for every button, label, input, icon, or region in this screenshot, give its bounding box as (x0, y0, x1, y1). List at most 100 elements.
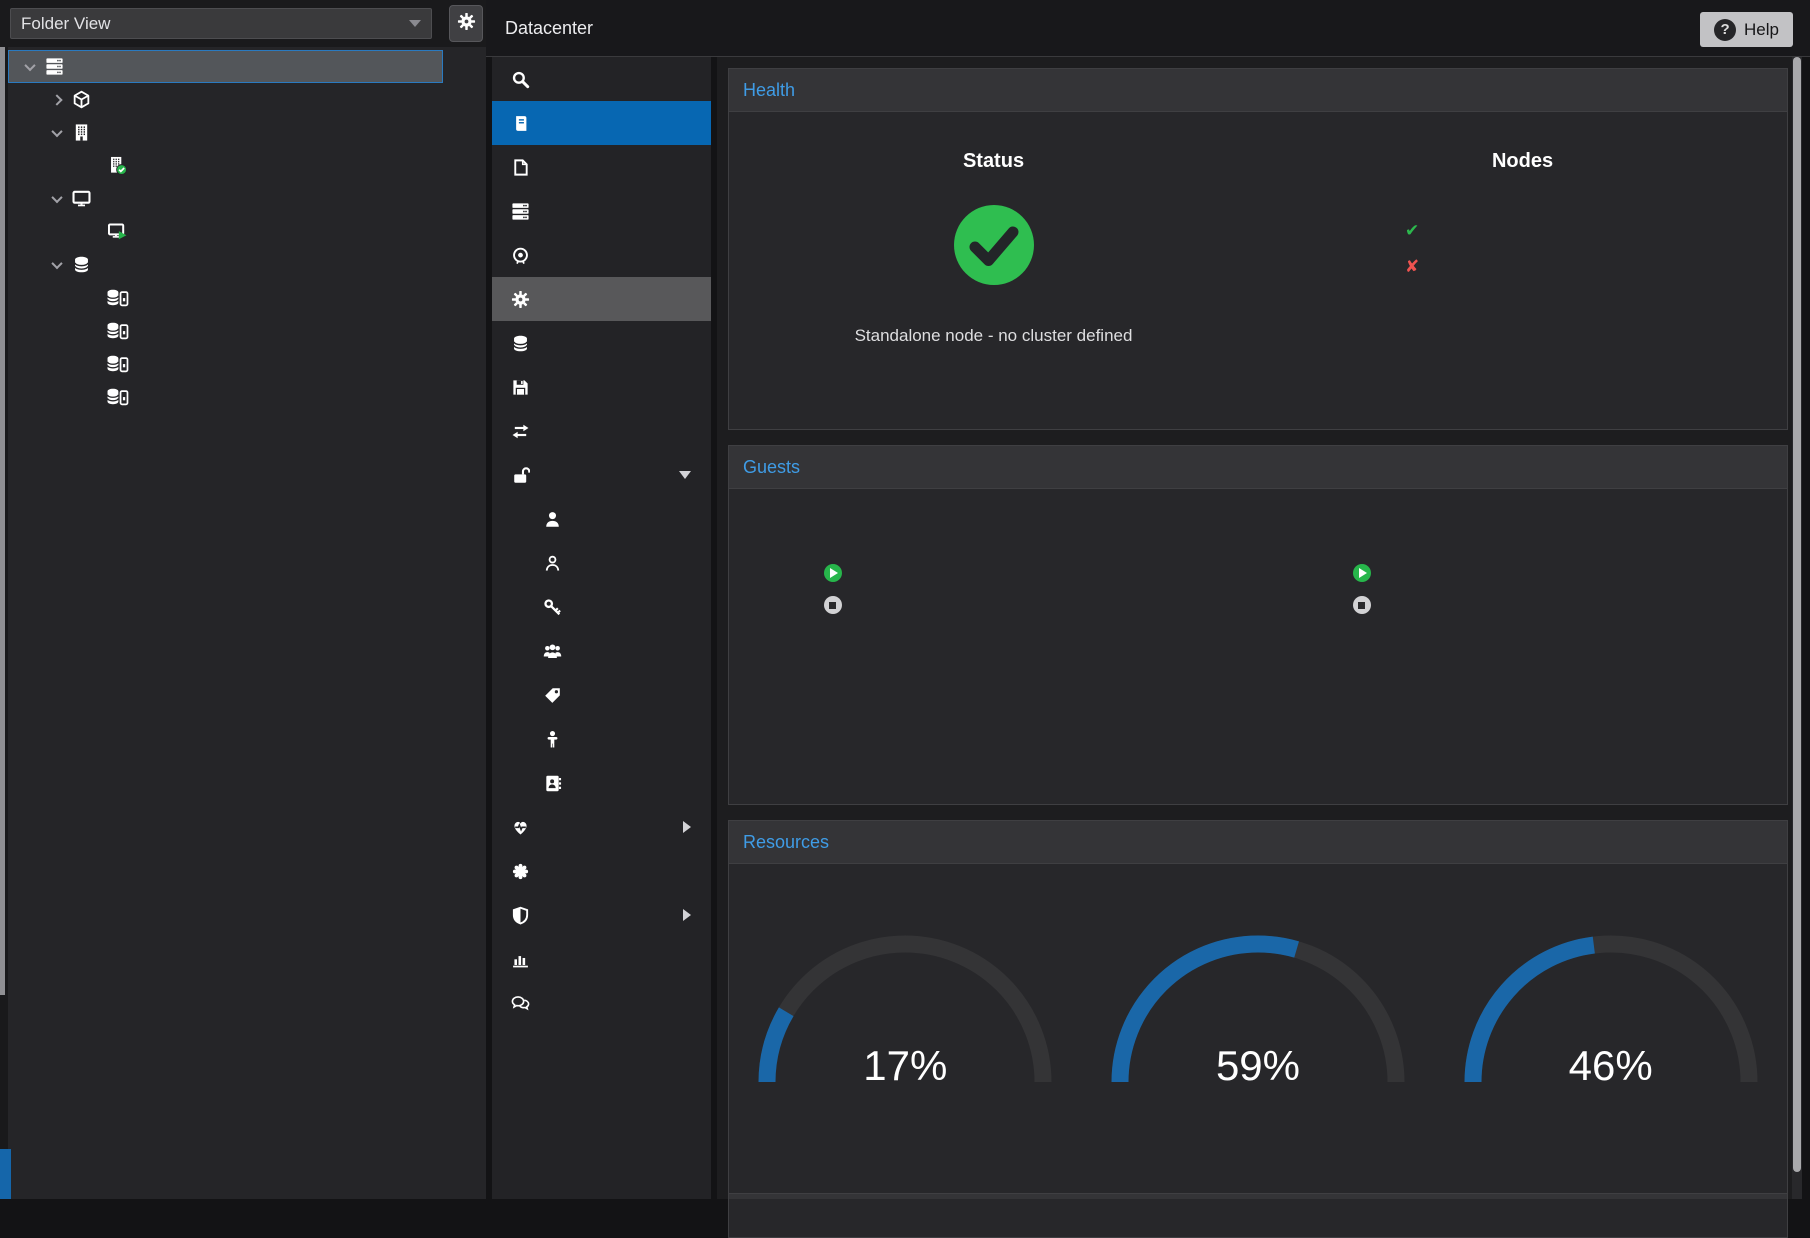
menu-item-summary[interactable] (492, 101, 711, 145)
menu-item-pools[interactable] (492, 673, 711, 717)
help-button-label: Help (1744, 20, 1779, 40)
menu-item-groups[interactable] (492, 629, 711, 673)
replication-icon (508, 422, 532, 441)
guests-column-virtual-machines (729, 527, 1258, 621)
tree-item-wd2t-pve-[interactable] (8, 347, 443, 380)
stop-circle-icon (824, 596, 842, 614)
user-outline-icon (540, 554, 564, 573)
monitor-icon (68, 189, 94, 208)
health-nodes-column: Nodes ✔✘ (1258, 150, 1787, 346)
tree-item-lxc-container[interactable] (8, 83, 443, 116)
datacenter-menu (492, 57, 711, 1199)
tree-item-storage[interactable] (8, 248, 443, 281)
menu-item-realms[interactable] (492, 761, 711, 805)
menu-item-two-factor[interactable] (492, 585, 711, 629)
tree-scrollbar-thumb[interactable] (0, 47, 5, 995)
menu-item-metric-server[interactable] (492, 937, 711, 981)
menu-item-backup[interactable] (492, 365, 711, 409)
triangle-right-icon (683, 909, 691, 921)
triangle-right-icon (683, 821, 691, 833)
menu-item-ceph[interactable] (492, 233, 711, 277)
monitor-play-icon (104, 222, 130, 241)
tree-item-wdblue-pve-[interactable] (8, 380, 443, 413)
menu-item-support[interactable] (492, 981, 711, 1025)
building-check-icon (104, 156, 130, 175)
menu-item-ha[interactable] (492, 805, 711, 849)
node-status-rows: ✔✘ (1405, 213, 1640, 285)
tree-item-datacenter[interactable] (8, 50, 443, 83)
chevron-down-icon[interactable] (48, 195, 66, 203)
gear-icon (457, 12, 476, 36)
menu-item-permissions[interactable] (492, 453, 711, 497)
badge-icon (508, 862, 532, 881)
resource-tree (8, 50, 443, 413)
menu-item-api-tokens[interactable] (492, 541, 711, 585)
chevron-down-icon[interactable] (48, 129, 66, 137)
menu-item-storage[interactable] (492, 321, 711, 365)
gauge-cpu: 17% (729, 904, 1082, 1100)
person-icon (540, 730, 564, 749)
menu-item-options[interactable] (492, 277, 711, 321)
tree-scrollbar-track[interactable] (0, 47, 8, 1199)
tree-item-virtual-machine[interactable] (8, 182, 443, 215)
tree-item-101-opnsense-[interactable] (8, 215, 443, 248)
menu-item-firewall[interactable] (492, 893, 711, 937)
gauge-percent: 46% (1461, 1042, 1761, 1090)
guests-panel-header: Guests (729, 446, 1787, 489)
database-drive-icon (104, 321, 130, 340)
database-icon (68, 255, 94, 274)
guest-row-running (824, 557, 1164, 589)
tag-icon (540, 686, 564, 705)
users-icon (540, 642, 564, 661)
menu-item-users[interactable] (492, 497, 711, 541)
user-icon (540, 510, 564, 529)
status-title: Status (729, 150, 1258, 173)
health-panel-header: Health (729, 69, 1787, 112)
resources-panel-header: Resources (729, 821, 1787, 864)
health-panel: Health Status Standalone node - no clust… (728, 68, 1788, 430)
building-icon (68, 123, 94, 142)
tree-item-pve[interactable] (8, 149, 443, 182)
server-stack-icon (508, 202, 532, 221)
health-status-column: Status Standalone node - no cluster defi… (729, 150, 1258, 346)
tree-item-local-pve-[interactable] (8, 281, 443, 314)
content-scrollbar-thumb[interactable] (1793, 57, 1801, 1172)
chevron-right-icon[interactable] (48, 96, 66, 104)
menu-item-cluster[interactable] (492, 189, 711, 233)
gauge-percent: 59% (1108, 1042, 1408, 1090)
play-circle-icon (824, 564, 842, 582)
help-button[interactable]: ? Help (1700, 12, 1793, 47)
search-icon (508, 70, 532, 89)
note-icon (508, 158, 532, 177)
chevron-down-icon[interactable] (21, 63, 39, 71)
view-mode-select[interactable]: Folder View (10, 8, 432, 39)
menu-item-notes[interactable] (492, 145, 711, 189)
tree-item-nodes[interactable] (8, 116, 443, 149)
node-status-row-online: ✔ (1405, 213, 1640, 249)
chevron-down-icon[interactable] (48, 261, 66, 269)
menu-item-acme[interactable] (492, 849, 711, 893)
stop-circle-icon (1353, 596, 1371, 614)
menu-item-search[interactable] (492, 57, 711, 101)
menu-item-replication[interactable] (492, 409, 711, 453)
cross-icon: ✘ (1405, 257, 1419, 277)
corner-accent (0, 1149, 11, 1199)
server-stack-icon (41, 57, 67, 76)
ceph-icon (508, 246, 532, 265)
next-panel-edge (728, 1193, 1788, 1199)
heartbeat-icon (508, 818, 532, 837)
floppy-icon (508, 378, 532, 397)
cluster-status-message: Standalone node - no cluster defined (729, 326, 1258, 346)
book-icon (508, 114, 532, 133)
sidebar-toolbar: Folder View (0, 0, 486, 47)
tree-item-local-lvm-pve-[interactable] (8, 314, 443, 347)
cube-icon (68, 90, 94, 109)
tree-settings-button[interactable] (449, 5, 483, 42)
content-scrollbar-track[interactable] (1792, 57, 1802, 1199)
database-drive-icon (104, 387, 130, 406)
status-ok-icon (952, 203, 1036, 292)
menu-item-roles[interactable] (492, 717, 711, 761)
nodes-title: Nodes (1258, 150, 1787, 173)
gauge-memory: 59% (1082, 904, 1435, 1100)
database-icon (508, 334, 532, 353)
